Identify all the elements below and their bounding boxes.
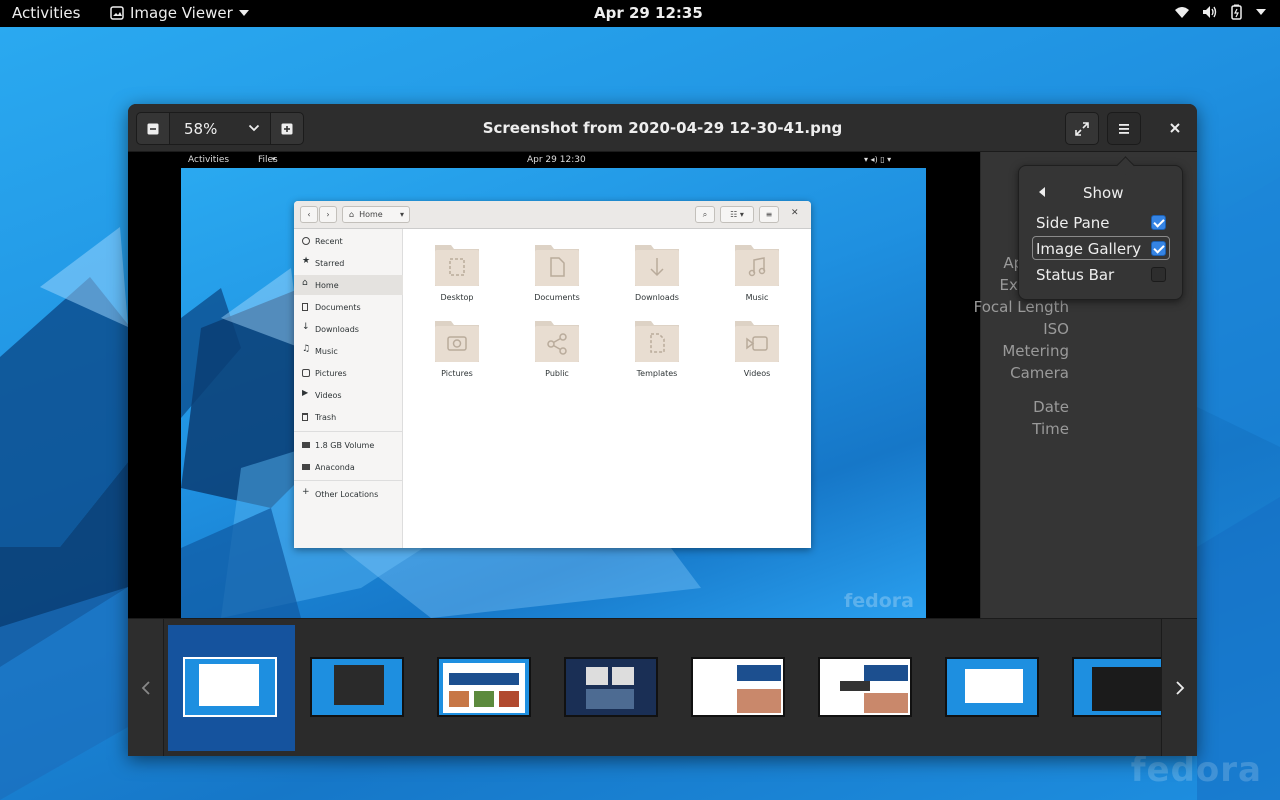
shown-fedora-watermark: fedora xyxy=(844,590,914,612)
shown-clock: Apr 29 12:30 xyxy=(527,155,586,165)
gallery-thumbnail[interactable] xyxy=(183,657,277,717)
chevron-right-icon xyxy=(1175,681,1184,695)
forward-icon: › xyxy=(319,206,337,223)
sidebar-item-label: Recent xyxy=(315,236,343,246)
sidebar-divider xyxy=(294,480,403,481)
menu-item-label: Status Bar xyxy=(1036,266,1115,284)
sidebar-item-label: 1.8 GB Volume xyxy=(315,440,375,450)
top-bar: Activities Image Viewer Apr 29 12:35 xyxy=(0,0,1280,27)
wifi-icon xyxy=(1175,7,1189,18)
gallery-thumbnail[interactable] xyxy=(945,657,1039,717)
sidebar-item-recent: Recent xyxy=(294,231,403,251)
files-headerbar: ‹ › ⌂ Home ▾ ⌕ ☷ ▾ ≡ ✕ xyxy=(294,201,811,229)
main-menu-button[interactable] xyxy=(1107,112,1141,145)
back-arrow-icon xyxy=(1039,187,1045,197)
close-window-button[interactable] xyxy=(1165,118,1185,138)
image-properties: Aperture Exposure Focal Length ISO Meter… xyxy=(128,252,1069,440)
drive-icon xyxy=(302,442,310,448)
menu-item-status-bar[interactable]: Status Bar xyxy=(1032,262,1170,286)
gallery-next-button[interactable] xyxy=(1161,619,1197,756)
sidebar-item-label: Anaconda xyxy=(315,462,355,472)
hamburger-menu-icon xyxy=(1119,123,1129,134)
gallery-prev-button[interactable] xyxy=(128,619,164,756)
window-title: Screenshot from 2020-04-29 12-30-41.png xyxy=(482,119,843,137)
fullscreen-button[interactable] xyxy=(1065,112,1099,145)
chevron-down-icon: ▾ xyxy=(272,155,276,163)
sidebar-item-other-locations: + Other Locations xyxy=(294,484,403,504)
close-icon xyxy=(1170,123,1180,133)
image-gallery-checkbox[interactable] xyxy=(1151,241,1166,256)
system-tray[interactable] xyxy=(1174,4,1266,20)
side-pane-checkbox[interactable] xyxy=(1151,215,1166,230)
status-bar-checkbox[interactable] xyxy=(1151,267,1166,282)
clock-icon xyxy=(302,237,310,245)
property-exposure: Exposure xyxy=(128,274,1069,296)
volume-icon xyxy=(1203,6,1217,18)
gallery-thumbnail[interactable] xyxy=(437,657,531,717)
hamburger-menu-icon: ≡ xyxy=(759,206,779,223)
property-time: Time xyxy=(1032,420,1069,438)
chevron-down-icon xyxy=(238,10,249,16)
plus-icon: + xyxy=(302,487,310,497)
shown-topbar: Activities Files ▾ Apr 29 12:30 ▾ ◂) ▯ ▾ xyxy=(128,152,980,168)
property-iso: ISO xyxy=(1043,320,1069,338)
gallery-thumbnail[interactable] xyxy=(818,657,912,717)
property-gap xyxy=(128,384,1069,396)
chevron-down-icon: ▾ xyxy=(399,210,404,219)
show-menu-popover: Show Side Pane Image Gallery Status Bar xyxy=(1018,165,1183,300)
property-camera: Camera xyxy=(1010,364,1069,382)
menu-item-side-pane[interactable]: Side Pane xyxy=(1032,210,1170,234)
app-menu[interactable]: Image Viewer xyxy=(110,4,249,22)
home-icon: ⌂ xyxy=(349,210,355,219)
shown-tray-icons: ▾ ◂) ▯ ▾ xyxy=(864,155,892,164)
activities-button[interactable]: Activities xyxy=(12,4,80,22)
path-label: Home xyxy=(359,210,383,219)
fedora-watermark: fedora xyxy=(1130,750,1262,790)
clock[interactable]: Apr 29 12:35 xyxy=(594,4,703,22)
view-options-icon: ☷ ▾ xyxy=(720,206,754,223)
popover-title: Show xyxy=(1083,184,1124,202)
chevron-down-icon xyxy=(1256,9,1266,15)
menu-item-image-gallery[interactable]: Image Gallery xyxy=(1032,236,1170,260)
menu-item-label: Side Pane xyxy=(1036,214,1110,232)
image-gallery xyxy=(128,618,1197,756)
gallery-thumbnail[interactable] xyxy=(691,657,785,717)
chevron-left-icon xyxy=(141,681,150,695)
property-aperture: Aperture xyxy=(128,252,1069,274)
search-icon: ⌕ xyxy=(695,206,715,223)
gallery-thumbnails xyxy=(164,619,1161,756)
app-menu-label: Image Viewer xyxy=(130,4,233,22)
menu-item-label: Image Gallery xyxy=(1036,240,1142,258)
image-viewer-icon xyxy=(110,6,124,20)
header-bar: 58% Screenshot from 2020-04-29 12-30-41.… xyxy=(128,104,1197,152)
sidebar-item-label: Other Locations xyxy=(315,489,379,499)
path-bar: ⌂ Home ▾ xyxy=(342,206,410,223)
shown-activities: Activities xyxy=(188,155,230,165)
property-metering: Metering xyxy=(1002,342,1069,360)
battery-icon xyxy=(1231,4,1242,20)
drive-icon xyxy=(302,464,310,470)
popover-header[interactable]: Show xyxy=(1019,183,1184,203)
property-date: Date xyxy=(1033,398,1069,416)
gallery-thumbnail[interactable] xyxy=(564,657,658,717)
gallery-thumbnail[interactable] xyxy=(310,657,404,717)
gallery-thumbnail[interactable] xyxy=(1072,657,1161,717)
back-icon: ‹ xyxy=(300,206,318,223)
close-icon: ✕ xyxy=(791,208,799,218)
fullscreen-icon xyxy=(1075,121,1089,136)
sidebar-item-anaconda: Anaconda xyxy=(294,457,403,477)
property-focal-length: Focal Length xyxy=(973,298,1069,316)
